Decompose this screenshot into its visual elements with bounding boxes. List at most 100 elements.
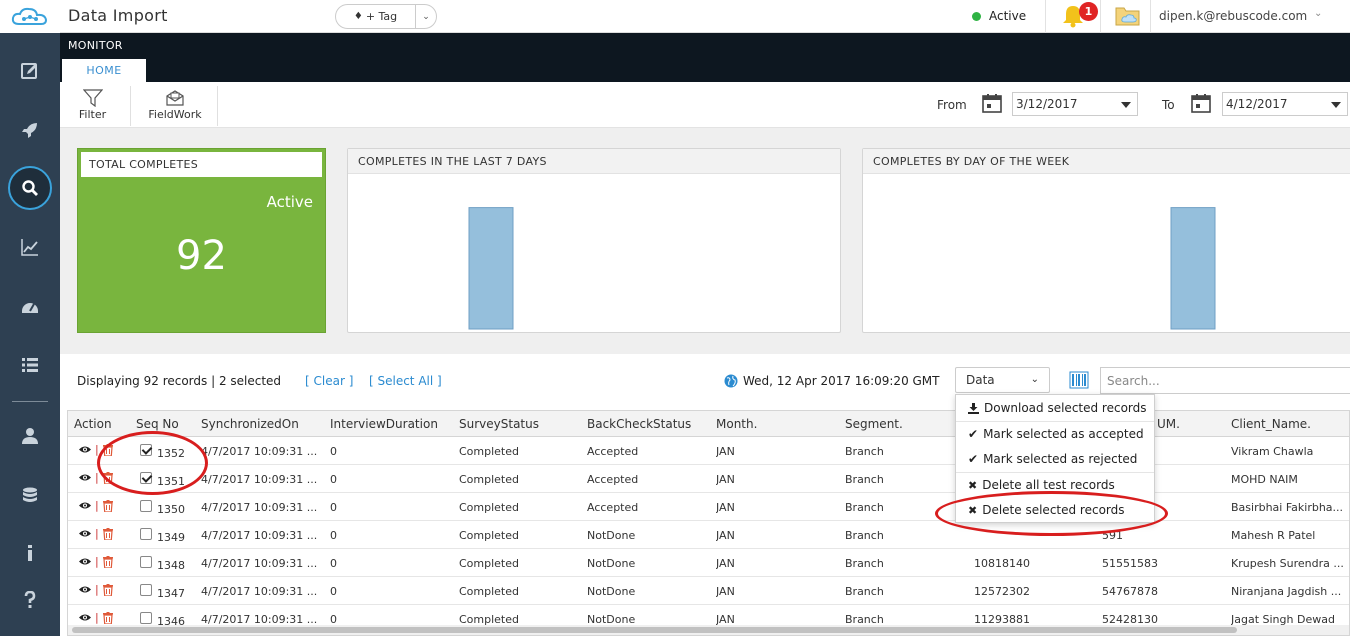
list-icon[interactable] — [0, 350, 60, 380]
help-icon[interactable] — [0, 585, 60, 615]
user-icon[interactable] — [0, 421, 60, 451]
folder-cloud-icon[interactable] — [1115, 4, 1141, 28]
completes-by-day-chart — [1170, 207, 1216, 330]
menu-item-mark-accepted[interactable]: ✔ Mark selected as accepted — [956, 422, 1154, 446]
data-dropdown-value: Data — [966, 373, 995, 387]
cell-seq: 1351 — [157, 475, 185, 488]
search-input[interactable] — [1100, 367, 1350, 394]
col-header-client[interactable]: Client_Name. — [1231, 417, 1311, 431]
row-checkbox[interactable] — [140, 528, 152, 540]
cell-col2: 54767878 — [1102, 585, 1158, 598]
table-row[interactable]: | 1351 4/7/2017 10:09:31 ... 0 Completed Acce… — [68, 465, 1349, 493]
clear-link[interactable]: [ Clear ] — [305, 374, 353, 388]
filter-button[interactable]: Filter — [70, 82, 115, 128]
data-dropdown[interactable]: Data ⌄ — [955, 367, 1050, 393]
col-header-num[interactable]: UM. — [1157, 417, 1180, 431]
to-date-select[interactable]: 4/12/2017 — [1222, 92, 1348, 116]
dashboard-gauge-icon[interactable] — [0, 292, 60, 322]
app-title: Data Import — [68, 6, 168, 25]
cell-status: Completed — [459, 445, 519, 458]
row-checkbox[interactable] — [140, 556, 152, 568]
menu-item-mark-rejected[interactable]: ✔ Mark selected as rejected — [956, 447, 1154, 471]
line-chart-icon[interactable] — [0, 232, 60, 262]
trash-icon[interactable] — [102, 555, 113, 568]
chart-bar[interactable] — [468, 207, 514, 330]
caret-down-icon — [1331, 102, 1341, 108]
info-icon[interactable] — [0, 538, 60, 568]
from-date-select[interactable]: 3/12/2017 — [1012, 92, 1138, 116]
rocket-icon[interactable] — [0, 115, 60, 145]
trash-icon[interactable] — [102, 499, 113, 512]
column-chooser-icon[interactable] — [1069, 370, 1089, 390]
cell-status: Completed — [459, 501, 519, 514]
cell-status: Completed — [459, 529, 519, 542]
close-icon: ✖ — [968, 503, 978, 517]
table-row[interactable]: | 1349 4/7/2017 10:09:31 ... 0 Completed NotD… — [68, 521, 1349, 549]
eye-icon[interactable] — [79, 501, 91, 510]
select-all-link[interactable]: [ Select All ] — [369, 374, 442, 388]
cell-duration: 0 — [330, 445, 337, 458]
col-header-backcheck[interactable]: BackCheckStatus — [587, 417, 691, 431]
cell-col1: 12572302 — [974, 585, 1030, 598]
trash-icon[interactable] — [102, 443, 113, 456]
server-time-text: Wed, 12 Apr 2017 16:09:20 GMT — [743, 374, 940, 388]
app-logo[interactable] — [0, 0, 60, 33]
trash-icon[interactable] — [102, 583, 113, 596]
eye-icon[interactable] — [79, 473, 91, 482]
completes-last-7-days-card: COMPLETES IN THE LAST 7 DAYS — [347, 148, 841, 333]
trash-icon[interactable] — [102, 611, 113, 624]
table-row[interactable]: | 1352 4/7/2017 10:09:31 ... 0 Completed Acce… — [68, 437, 1349, 465]
table-row[interactable]: | 1347 4/7/2017 10:09:31 ... 0 Completed NotD… — [68, 577, 1349, 605]
user-email[interactable]: dipen.k@rebuscode.com — [1159, 9, 1307, 23]
col-header-month[interactable]: Month. — [716, 417, 757, 431]
calendar-icon[interactable] — [982, 93, 1002, 113]
database-icon[interactable] — [0, 481, 60, 511]
table-row[interactable]: | 1348 4/7/2017 10:09:31 ... 0 Completed NotD… — [68, 549, 1349, 577]
cell-status: Completed — [459, 557, 519, 570]
trash-icon[interactable] — [102, 471, 113, 484]
horizontal-scrollbar[interactable] — [68, 625, 1349, 635]
col-header-action[interactable]: Action — [74, 417, 112, 431]
eye-icon[interactable] — [79, 529, 91, 538]
envelope-icon — [166, 90, 184, 106]
cell-client: Krupesh Surendra ... — [1231, 557, 1344, 570]
eye-icon[interactable] — [79, 557, 91, 566]
cell-month: JAN — [716, 473, 735, 486]
col-header-duration[interactable]: InterviewDuration — [330, 417, 438, 431]
tab-home[interactable]: HOME — [62, 59, 146, 82]
trash-icon[interactable] — [102, 527, 113, 540]
col-header-status[interactable]: SurveyStatus — [459, 417, 539, 431]
chevron-down-icon[interactable]: ⌄ — [416, 12, 436, 22]
row-checkbox[interactable] — [140, 612, 152, 624]
row-checkbox[interactable] — [140, 584, 152, 596]
chart-bar[interactable] — [1170, 207, 1216, 330]
fieldwork-button[interactable]: FieldWork — [142, 82, 208, 128]
edit-icon[interactable] — [0, 56, 60, 86]
eye-icon[interactable] — [79, 445, 91, 454]
row-checkbox[interactable] — [140, 472, 152, 484]
search-nav-icon[interactable] — [0, 166, 60, 210]
cell-sync: 4/7/2017 10:09:31 ... — [201, 501, 318, 514]
col-header-sync[interactable]: SynchronizedOn — [201, 417, 299, 431]
row-actions: | — [79, 471, 113, 484]
eye-icon[interactable] — [79, 613, 91, 622]
col-header-seq[interactable]: Seq No — [136, 417, 179, 431]
user-menu-chevron-icon[interactable]: ⌄ — [1314, 8, 1322, 19]
completes-by-day-card: COMPLETES BY DAY OF THE WEEK — [862, 148, 1350, 333]
sidebar — [0, 0, 60, 636]
calendar-icon[interactable] — [1191, 93, 1211, 113]
records-table: Action Seq No SynchronizedOn InterviewDu… — [67, 410, 1350, 636]
table-row[interactable]: | 1350 4/7/2017 10:09:31 ... 0 Completed Acce… — [68, 493, 1349, 521]
tag-button[interactable]: ♦ + Tag ⌄ — [335, 4, 437, 29]
row-checkbox[interactable] — [140, 444, 152, 456]
col-header-segment[interactable]: Segment. — [845, 417, 903, 431]
menu-item-delete-test[interactable]: ✖ Delete all test records — [956, 473, 1154, 497]
cell-col2: 591 — [1102, 529, 1123, 542]
row-checkbox[interactable] — [140, 500, 152, 512]
menu-item-download[interactable]: Download selected records — [956, 396, 1154, 420]
menu-item-delete-selected[interactable]: ✖ Delete selected records — [956, 498, 1154, 522]
eye-icon[interactable] — [79, 585, 91, 594]
cell-col1: 10818140 — [974, 557, 1030, 570]
cell-backcheck: Accepted — [587, 473, 639, 486]
records-summary: Displaying 92 records | 2 selected — [77, 374, 282, 388]
